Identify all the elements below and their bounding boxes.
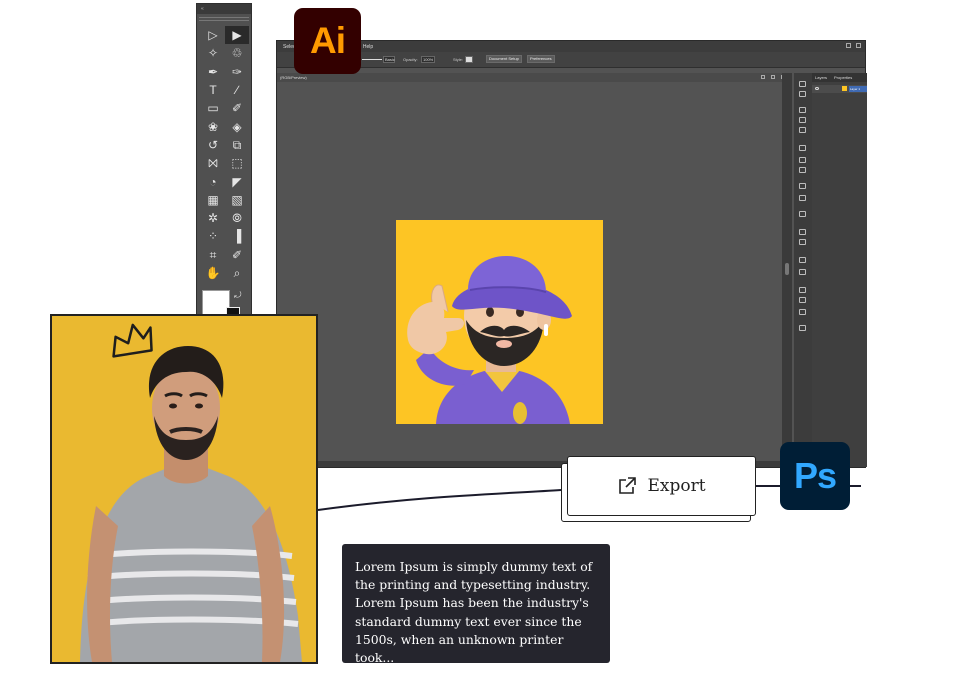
rotate-tool-icon[interactable]: ↺ <box>201 136 225 154</box>
blend-tool-icon[interactable]: ⦾ <box>225 209 249 227</box>
export-label: Export <box>647 476 706 496</box>
illustrator-window: Select Help Basic Opacity: 100% Style: D… <box>276 40 867 468</box>
eyedropper-tool-icon[interactable]: ✲ <box>201 209 225 227</box>
description-card: Lorem Ipsum is simply dummy text of the … <box>342 544 610 665</box>
window-controls <box>846 43 861 48</box>
brushes-icon[interactable] <box>799 117 806 123</box>
gradient-icon[interactable] <box>799 157 806 163</box>
paragraph-icon[interactable] <box>799 297 806 303</box>
control-bar: Basic Opacity: 100% Style: Document Setu… <box>277 52 865 68</box>
artboard[interactable] <box>396 220 603 424</box>
character-icon[interactable] <box>799 287 806 293</box>
curvature-tool-icon[interactable]: ✑ <box>225 63 249 81</box>
appearance-icon[interactable] <box>799 183 806 189</box>
layers-panel: Layers Properties Layer 1 <box>812 73 867 467</box>
color-panel-icon[interactable] <box>799 81 806 87</box>
visibility-eye-icon[interactable] <box>815 87 819 90</box>
align-icon[interactable] <box>799 269 806 275</box>
symbol-sprayer-tool-icon[interactable]: ⁘ <box>201 227 225 245</box>
style-swatch[interactable] <box>465 56 473 63</box>
direct-selection-tool-icon[interactable]: ▶ <box>225 26 249 45</box>
stroke-style-select[interactable]: Basic <box>383 56 395 63</box>
symbols-icon[interactable] <box>799 127 806 133</box>
memoji-avatar <box>407 256 572 424</box>
asset-export-icon[interactable] <box>799 239 806 245</box>
magic-wand-tool-icon[interactable]: ✧ <box>201 44 225 62</box>
slice-tool-icon[interactable]: ✐ <box>225 246 249 264</box>
document-tab-title: (RGB/Preview) <box>280 75 307 80</box>
export-button[interactable]: Export <box>567 456 756 516</box>
opacity-input[interactable]: 100% <box>421 56 435 63</box>
illustrator-logo: Ai <box>294 8 361 74</box>
doc-minimize-icon[interactable] <box>761 75 765 79</box>
swap-fill-stroke-icon[interactable]: ⤾ <box>234 290 242 301</box>
swatches-icon[interactable] <box>799 107 806 113</box>
profile-photo-card <box>50 314 318 664</box>
export-assets-icon[interactable] <box>799 229 806 235</box>
gradient-tool-icon[interactable]: ▧ <box>225 191 249 209</box>
canvas[interactable] <box>277 82 782 466</box>
scroll-thumb[interactable] <box>785 263 789 275</box>
selection-tool-icon[interactable]: ▷ <box>201 26 225 44</box>
layer-color-swatch <box>842 86 847 91</box>
transparency-icon[interactable] <box>799 167 806 173</box>
graphic-styles-icon[interactable] <box>799 195 806 201</box>
menu-item-help[interactable]: Help <box>363 44 373 50</box>
maximize-icon[interactable] <box>856 43 861 48</box>
doc-restore-icon[interactable] <box>771 75 775 79</box>
tab-properties[interactable]: Properties <box>834 75 852 80</box>
mesh-tool-icon[interactable]: ▦ <box>201 191 225 209</box>
rectangle-tool-icon[interactable]: ▭ <box>201 99 225 117</box>
paintbrush-tool-icon[interactable]: ✐ <box>225 99 249 117</box>
stroke-preview <box>362 59 382 60</box>
vertical-scrollbar[interactable] <box>782 73 792 467</box>
description-text: Lorem Ipsum is simply dummy text of the … <box>355 559 593 666</box>
perspective-grid-tool-icon[interactable]: ◤ <box>225 172 249 190</box>
tools-panel-header: « <box>197 4 251 14</box>
line-tool-icon[interactable]: ∕ <box>225 81 249 99</box>
pen-tool-icon[interactable]: ✒ <box>201 63 225 81</box>
layer-row[interactable]: Layer 1 <box>812 85 867 93</box>
width-tool-icon[interactable]: ⨝ <box>201 154 225 172</box>
pathfinder-icon[interactable] <box>799 325 806 331</box>
shape-builder-tool-icon[interactable]: ◔ <box>201 172 225 190</box>
tools-grid: ▷ ▶ ✧ ♲ ✒ ✑ T ∕ ▭ ✐ ❀ ◈ ↺ ⧉ ⨝ ⬚ ◔ ◤ ▦ ▧ ✲ ⦾ ⁘ ▐ ⌗ ✐ ✋ ⌕ <box>201 26 249 282</box>
document-setup-button[interactable]: Document Setup <box>486 55 522 63</box>
layers-dock-icon[interactable] <box>799 211 806 217</box>
eraser-tool-icon[interactable]: ◈ <box>225 117 249 135</box>
preferences-button[interactable]: Preferences <box>527 55 555 63</box>
opacity-label: Opacity: <box>403 57 418 62</box>
hand-tool-icon[interactable]: ✋ <box>201 264 225 282</box>
minimize-icon[interactable] <box>846 43 851 48</box>
color-guide-icon[interactable] <box>799 91 806 97</box>
panel-grip[interactable] <box>199 17 249 21</box>
transform-icon[interactable] <box>799 257 806 263</box>
style-label: Style: <box>453 57 464 62</box>
profile-photo <box>52 316 316 662</box>
stroke-icon[interactable] <box>799 145 806 151</box>
tab-layers[interactable]: Layers <box>815 75 827 80</box>
layer-name[interactable]: Layer 1 <box>849 86 867 92</box>
scale-tool-icon[interactable]: ⧉ <box>225 136 249 154</box>
photoshop-logo-text: Ps <box>793 455 837 496</box>
tools-panel: « ▷ ▶ ✧ ♲ ✒ ✑ T ∕ ▭ ✐ ❀ ◈ ↺ ⧉ ⨝ ⬚ ◔ ◤ ▦ ▧ ✲ ⦾ ⁘ ▐ ⌗ ✐ ✋ ⌕ ⤾ <box>196 3 252 321</box>
shaper-tool-icon[interactable]: ❀ <box>201 117 225 135</box>
external-link-icon <box>619 477 637 494</box>
column-graph-tool-icon[interactable]: ▐ <box>225 227 249 245</box>
zoom-tool-icon[interactable]: ⌕ <box>225 264 249 282</box>
collapse-icon[interactable]: « <box>201 6 204 12</box>
free-transform-tool-icon[interactable]: ⬚ <box>225 154 249 172</box>
panel-tabs: Layers Properties <box>812 73 867 82</box>
type-tool-icon[interactable]: T <box>201 81 225 99</box>
opentype-icon[interactable] <box>799 309 806 315</box>
illustrator-logo-text: Ai <box>310 20 346 61</box>
panel-dock-icons <box>794 73 812 467</box>
artboard-tool-icon[interactable]: ⌗ <box>201 246 225 264</box>
menu-bar: Select Help <box>277 41 865 52</box>
lasso-tool-icon[interactable]: ♲ <box>225 44 249 62</box>
photoshop-logo: Ps <box>780 442 850 510</box>
